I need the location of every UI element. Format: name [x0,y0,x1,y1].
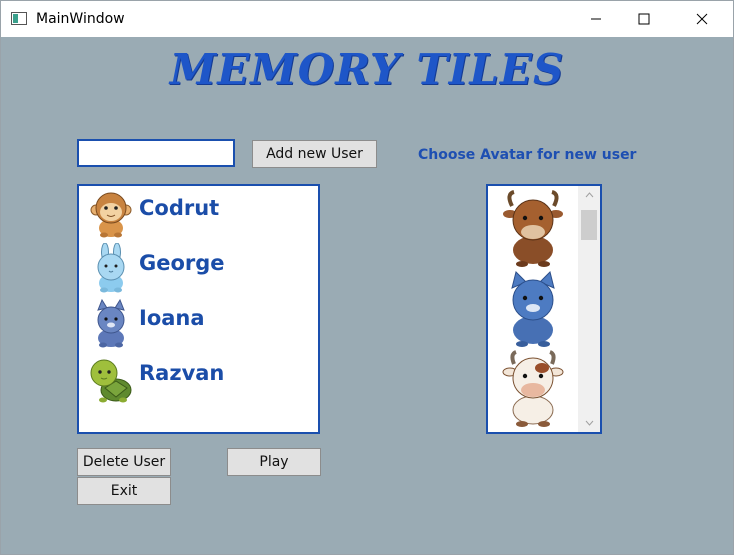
minimize-icon [591,18,601,20]
scroll-down-button[interactable] [578,414,600,432]
monkey-icon [90,192,132,238]
add-user-button[interactable]: Add new User [252,140,377,168]
blue-cat-icon[interactable] [498,268,568,348]
scroll-thumb[interactable] [581,210,597,240]
cow-icon[interactable] [498,348,568,428]
close-icon [696,13,708,25]
title-bar[interactable]: MainWindow [1,1,733,37]
app-title: MEMORY TILES [169,45,565,94]
chevron-down-icon [585,420,593,426]
turtle-icon [90,359,132,403]
delete-user-button[interactable]: Delete User [77,448,171,476]
play-button[interactable]: Play [227,448,321,476]
user-name: George [139,251,225,275]
exit-button[interactable]: Exit [77,477,171,505]
username-input[interactable] [77,139,235,167]
user-list-item[interactable]: Razvan [79,351,318,406]
user-name: Codrut [139,196,220,220]
main-window: MainWindow MEMORY TILES Add new User Cho… [0,0,734,555]
avatar-scrollbar[interactable] [578,186,600,432]
bull-icon[interactable] [498,188,568,268]
maximize-icon [638,13,650,25]
app-icon [11,12,27,25]
scroll-up-button[interactable] [578,186,600,204]
user-list-item[interactable]: Ioana [79,296,318,351]
bunny-icon [97,243,125,293]
choose-avatar-label: Choose Avatar for new user [418,147,637,163]
user-name: Ioana [139,306,205,330]
user-list-item[interactable]: George [79,241,318,296]
user-name: Razvan [139,361,225,385]
chevron-up-icon [585,192,593,198]
close-button[interactable] [679,1,725,37]
minimize-button[interactable] [573,1,619,37]
user-list[interactable]: Codrut George Ioana Razvan [77,184,320,434]
user-list-item[interactable]: Codrut [79,186,318,241]
window-title: MainWindow [36,11,125,27]
avatar-list[interactable] [486,184,602,434]
maximize-button[interactable] [621,1,667,37]
cat-icon [97,298,125,348]
